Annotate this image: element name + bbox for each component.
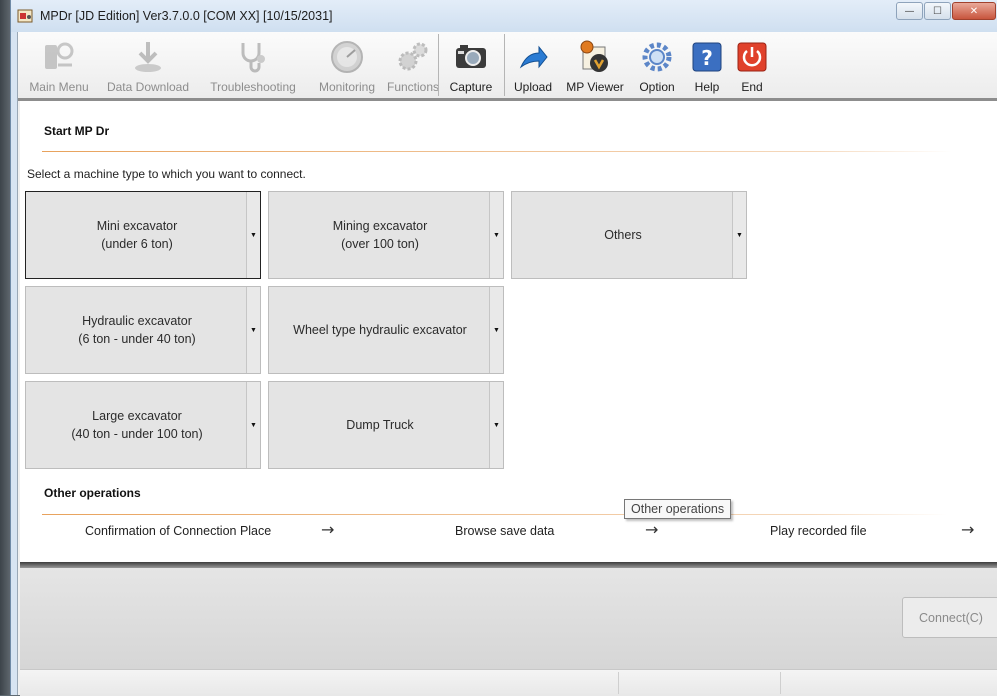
instruction-text: Select a machine type to which you want … — [27, 167, 306, 181]
status-cell — [780, 672, 781, 694]
confirm-connection-link[interactable]: Confirmation of Connection Place — [85, 524, 271, 538]
gauge-icon — [331, 41, 363, 73]
app-icon — [17, 9, 33, 23]
toolbar-label: MP Viewer — [566, 80, 624, 94]
machine-wheel-hydraulic-excavator-button[interactable]: Wheel type hydraulic excavator ▼ — [268, 286, 504, 374]
status-bar — [20, 669, 997, 696]
start-section-title: Start MP Dr — [44, 124, 110, 138]
dropdown-arrow-icon[interactable]: ▼ — [489, 192, 503, 278]
dropdown-arrow-icon[interactable]: ▼ — [489, 382, 503, 468]
machine-label: Wheel type hydraulic excavator — [293, 323, 467, 337]
main-panel: Start MP Dr Select a machine type to whi… — [20, 101, 997, 562]
help-icon: ? — [692, 42, 722, 72]
footer-area: Connect(C) — [20, 568, 997, 669]
toolbar-mp-viewer-button[interactable]: MP Viewer — [563, 36, 627, 96]
toolbar-separator — [438, 34, 439, 96]
toolbar-functions-button[interactable]: Functions — [373, 36, 453, 96]
window-title: MPDr [JD Edition] Ver3.7.0.0 [COM XX] [1… — [40, 9, 333, 23]
play-recorded-file-link[interactable]: Play recorded file — [770, 524, 867, 538]
section-divider — [42, 151, 952, 152]
upload-arrow-icon — [519, 45, 548, 69]
dropdown-arrow-icon[interactable]: ▼ — [246, 382, 260, 468]
machine-label: Large excavator — [92, 409, 182, 423]
machine-sublabel: (under 6 ton) — [101, 237, 173, 251]
toolbar-label: Monitoring — [318, 80, 376, 94]
arrow-right-icon[interactable]: → — [645, 520, 658, 539]
client-area: Main Menu Data Download Troubleshooting — [17, 32, 997, 696]
machine-label: Dump Truck — [346, 418, 414, 432]
toolbar-label: Option — [639, 80, 675, 94]
machine-label: Mini excavator — [96, 219, 178, 233]
status-cell — [618, 672, 619, 694]
connect-button[interactable]: Connect(C) — [902, 597, 997, 638]
stethoscope-icon — [241, 43, 265, 73]
data-download-icon — [135, 42, 161, 72]
main-menu-icon — [45, 42, 74, 69]
toolbar-main-menu-button[interactable]: Main Menu — [23, 36, 95, 96]
toolbar-upload-button[interactable]: Upload — [508, 36, 558, 96]
toolbar-label: Functions — [386, 80, 440, 94]
camera-icon — [456, 45, 486, 68]
toolbar-label: Capture — [449, 80, 493, 94]
machine-sublabel: (40 ton - under 100 ton) — [71, 427, 203, 441]
toolbar-troubleshooting-button[interactable]: Troubleshooting — [201, 36, 305, 96]
toolbar-label: Data Download — [106, 80, 190, 94]
power-icon — [737, 42, 767, 72]
toolbar-option-button[interactable]: Option — [632, 36, 682, 96]
title-bar: MPDr [JD Edition] Ver3.7.0.0 [COM XX] [1… — [11, 0, 997, 32]
toolbar: Main Menu Data Download Troubleshooting — [18, 32, 997, 101]
section-divider — [42, 514, 947, 515]
option-gear-icon — [642, 42, 672, 72]
toolbar-help-button[interactable]: ? Help — [687, 36, 727, 96]
dropdown-arrow-icon[interactable]: ▼ — [732, 192, 746, 278]
gears-icon — [398, 42, 428, 71]
machine-label: Hydraulic excavator — [82, 314, 192, 328]
toolbar-separator — [504, 34, 505, 96]
toolbar-data-download-button[interactable]: Data Download — [100, 36, 196, 96]
machine-large-excavator-button[interactable]: Large excavator (40 ton - under 100 ton) … — [25, 381, 261, 469]
machine-mini-excavator-button[interactable]: Mini excavator (under 6 ton) ▼ — [25, 191, 261, 279]
arrow-right-icon[interactable]: → — [961, 520, 974, 539]
machine-dump-truck-button[interactable]: Dump Truck ▼ — [268, 381, 504, 469]
close-button[interactable]: ✕ — [952, 2, 996, 20]
machine-sublabel: (6 ton - under 40 ton) — [78, 332, 196, 346]
maximize-button[interactable]: ☐ — [924, 2, 951, 20]
dropdown-arrow-icon[interactable]: ▼ — [246, 287, 260, 373]
dropdown-arrow-icon[interactable]: ▼ — [246, 192, 260, 278]
toolbar-end-button[interactable]: End — [732, 36, 772, 96]
browse-save-data-link[interactable]: Browse save data — [455, 524, 554, 538]
app-window: MPDr [JD Edition] Ver3.7.0.0 [COM XX] [1… — [10, 0, 997, 696]
svg-text:?: ? — [701, 46, 713, 70]
toolbar-label: Upload — [513, 80, 553, 94]
other-operations-title: Other operations — [44, 486, 141, 500]
machine-label: Mining excavator — [332, 219, 428, 233]
toolbar-label: Help — [694, 80, 720, 94]
machine-sublabel: (over 100 ton) — [341, 237, 419, 251]
toolbar-label: Main Menu — [29, 80, 89, 94]
machine-hydraulic-excavator-button[interactable]: Hydraulic excavator (6 ton - under 40 ton… — [25, 286, 261, 374]
arrow-right-icon[interactable]: → — [321, 520, 334, 539]
dropdown-arrow-icon[interactable]: ▼ — [489, 287, 503, 373]
toolbar-label: End — [741, 80, 763, 94]
toolbar-label: Troubleshooting — [210, 80, 296, 94]
machine-others-button[interactable]: Others ▼ — [511, 191, 747, 279]
machine-label: Others — [604, 228, 642, 242]
toolbar-capture-button[interactable]: Capture — [442, 36, 500, 96]
tooltip: Other operations — [624, 499, 732, 519]
minimize-button[interactable]: — — [896, 2, 923, 20]
mp-viewer-icon — [580, 40, 608, 72]
machine-mining-excavator-button[interactable]: Mining excavator (over 100 ton) ▼ — [268, 191, 504, 279]
